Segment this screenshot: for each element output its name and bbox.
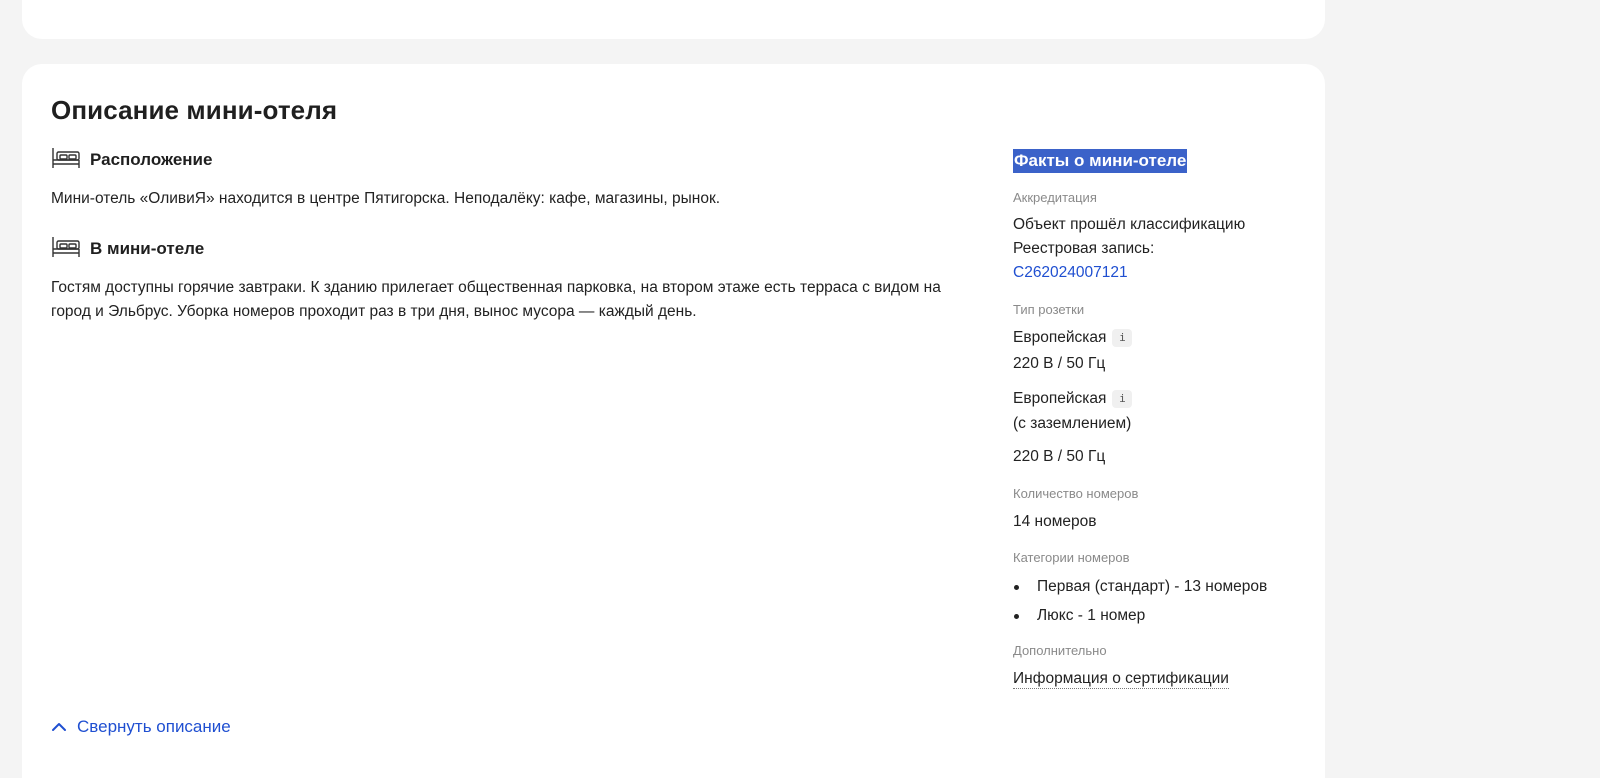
socket-extra: (с заземлением)	[1013, 415, 1132, 432]
list-item: Первая (стандарт) - 13 номеров	[1013, 572, 1267, 601]
bed-icon	[52, 237, 80, 257]
socket-name: Европейская	[1013, 390, 1107, 407]
info-icon[interactable]: i	[1112, 329, 1133, 347]
socket-label: Тип розетки	[1013, 302, 1085, 317]
socket-name: Европейская	[1013, 329, 1107, 346]
accreditation-status: Объект прошёл классификацию	[1013, 216, 1246, 233]
certification-info-text[interactable]: Информация о сертификации	[1013, 670, 1229, 689]
socket-spec: 220 В / 50 Гц	[1013, 448, 1106, 465]
rooms-count-label: Количество номеров	[1013, 486, 1139, 501]
socket-item: Европейская i	[1013, 387, 1133, 411]
section-location-heading: Расположение	[51, 146, 212, 170]
section-hotel-heading: В мини-отеле	[51, 235, 204, 259]
certification-info-link[interactable]: Информация о сертификации	[1013, 667, 1229, 691]
list-item: Люкс - 1 номер	[1013, 601, 1267, 630]
page-title: Описание мини-отеля	[51, 95, 338, 125]
room-categories-label: Категории номеров	[1013, 550, 1130, 565]
accreditation-label: Аккредитация	[1013, 190, 1097, 205]
registry-label: Реестровая запись:	[1013, 240, 1155, 257]
facts-panel: Факты о мини-отеле Аккредитация Объект п…	[1013, 0, 1313, 778]
section-location-title: Расположение	[90, 150, 213, 169]
facts-title: Факты о мини-отеле	[1013, 149, 1188, 173]
registry-link[interactable]: C262024007121	[1013, 261, 1128, 285]
bed-icon	[52, 148, 80, 168]
room-categories-list: Первая (стандарт) - 13 номеров Люкс - 1 …	[1013, 572, 1267, 630]
collapse-description-label: Свернуть описание	[77, 717, 231, 736]
section-hotel-title: В мини-отеле	[90, 239, 205, 258]
socket-item: Европейская i	[1013, 326, 1133, 350]
rooms-count-value: 14 номеров	[1013, 513, 1097, 530]
section-hotel-text: Гостям доступны горячие завтраки. К здан…	[51, 279, 941, 320]
chevron-up-icon	[52, 723, 66, 731]
collapse-description-button[interactable]: Свернуть описание	[51, 717, 231, 737]
additional-label: Дополнительно	[1013, 643, 1107, 658]
info-icon[interactable]: i	[1112, 390, 1133, 408]
socket-spec: 220 В / 50 Гц	[1013, 355, 1106, 372]
section-location-text: Мини-отель «ОливиЯ» находится в центре П…	[51, 190, 721, 207]
